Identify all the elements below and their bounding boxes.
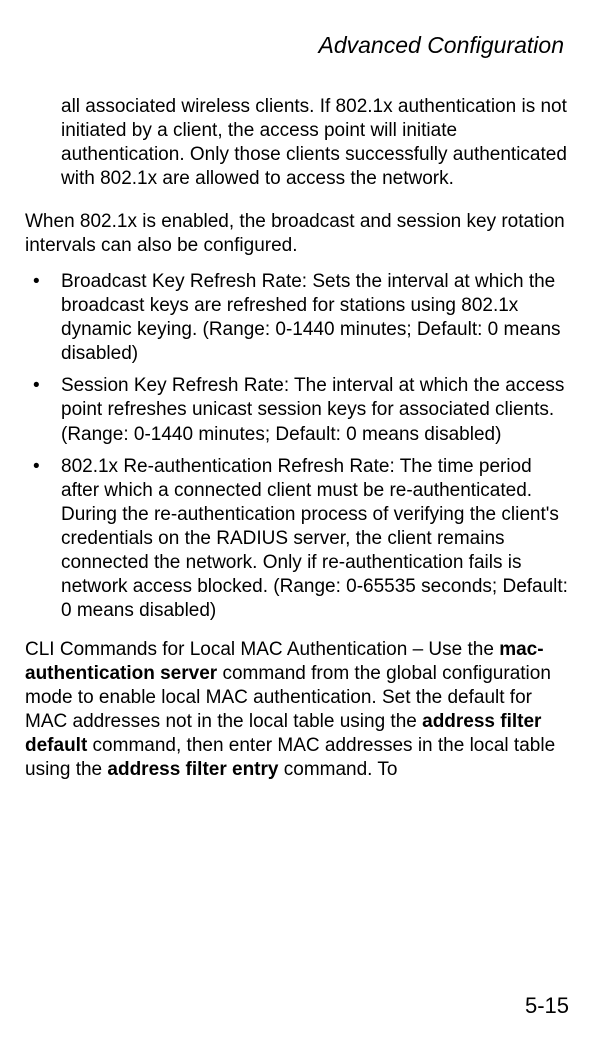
cli-command: address filter entry <box>107 759 278 780</box>
intro-paragraph: all associated wireless clients. If 802.… <box>61 95 574 192</box>
list-item: Session Key Refresh Rate: The interval a… <box>25 374 574 446</box>
list-item: 802.1x Re-authentication Refresh Rate: T… <box>25 455 574 624</box>
cli-text: command. To <box>278 759 397 780</box>
cli-paragraph: CLI Commands for Local MAC Authenticatio… <box>25 638 574 783</box>
list-item: Broadcast Key Refresh Rate: Sets the int… <box>25 270 574 367</box>
page-number: 5-15 <box>525 993 569 1019</box>
page-content: all associated wireless clients. If 802.… <box>25 95 574 782</box>
page-header-title: Advanced Configuration <box>25 32 574 59</box>
body-paragraph: When 802.1x is enabled, the broadcast an… <box>25 210 574 258</box>
bullet-list: Broadcast Key Refresh Rate: Sets the int… <box>25 270 574 624</box>
cli-text: CLI Commands for Local MAC Authenticatio… <box>25 639 499 660</box>
